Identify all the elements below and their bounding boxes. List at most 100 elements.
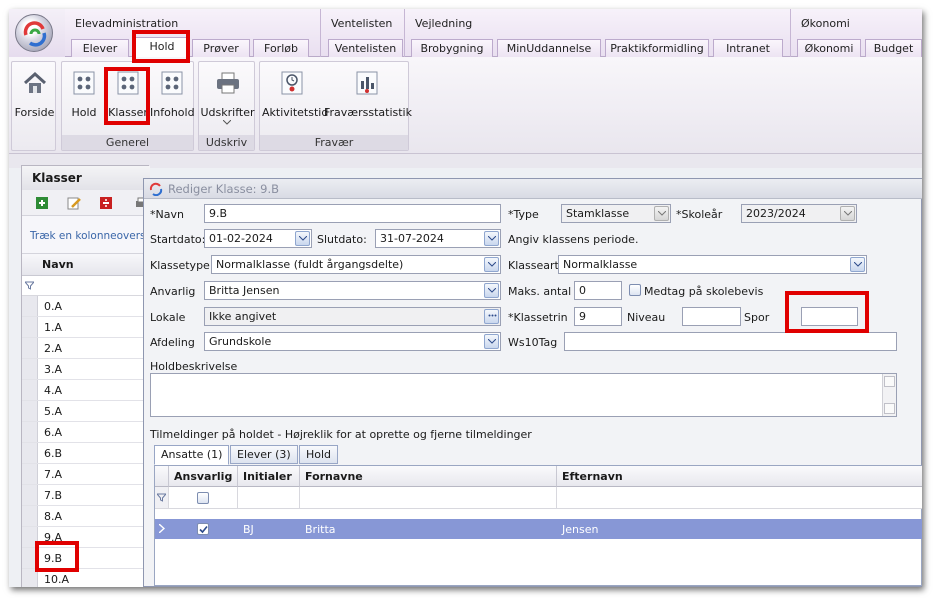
slutdato-calendar-button[interactable] — [484, 231, 499, 246]
chevron-down-icon — [488, 236, 496, 241]
list-item[interactable]: 7.A — [22, 464, 150, 485]
list-item[interactable]: 7.B — [22, 485, 150, 506]
startdato-field[interactable]: 01-02-2024 — [204, 229, 312, 248]
tab-minuddannelse[interactable]: MinUddannelse — [497, 39, 601, 58]
scroll-up-button[interactable] — [884, 376, 895, 387]
klasseart-dropdown-button[interactable] — [850, 257, 865, 272]
fravaersstatistik-button[interactable]: Fraværsstatistik — [324, 66, 412, 122]
column-header-fornavne[interactable]: Fornavne — [300, 466, 557, 487]
filter-initialer[interactable] — [238, 487, 300, 509]
klassetype-select[interactable]: Normalklasse (fuldt årgangsdelte) — [211, 255, 501, 274]
column-header-ansvarlig[interactable]: Ansvarlig — [169, 466, 238, 487]
klasser-button[interactable]: Klasser — [106, 66, 150, 122]
infohold-button[interactable]: Infohold — [150, 66, 195, 122]
filter-row[interactable] — [22, 276, 150, 296]
navn-field[interactable]: 9.B — [204, 204, 501, 223]
list-item[interactable]: 10.A — [22, 569, 150, 587]
add-icon[interactable] — [34, 195, 50, 211]
list-item-selected[interactable]: 9.B — [22, 548, 150, 569]
niveau-field[interactable] — [682, 307, 741, 326]
forside-button[interactable]: Forside — [12, 66, 57, 122]
ws10tag-field[interactable] — [564, 332, 897, 351]
hold-button[interactable]: Hold — [64, 66, 104, 122]
spor-field[interactable] — [801, 307, 858, 326]
tab-budget[interactable]: Budget — [865, 39, 922, 58]
medtag-label: Medtag på skolebevis — [644, 285, 764, 298]
tab-intranet[interactable]: Intranet — [713, 39, 783, 58]
column-header-efternavn[interactable]: Efternavn — [557, 466, 922, 487]
afdeling-select[interactable]: Grundskole — [204, 332, 501, 351]
tab-forlob[interactable]: Forløb — [253, 39, 309, 58]
list-item[interactable]: 2.A — [22, 338, 150, 359]
filter-fornavne[interactable] — [300, 487, 557, 509]
ribbon-group-fravaer: Aktivitetstid Fraværsstatistik Fravær — [259, 61, 412, 151]
list-item[interactable]: 5.A — [22, 401, 150, 422]
list-item[interactable]: 8.A — [22, 506, 150, 527]
column-header-navn[interactable]: Navn — [22, 254, 150, 276]
ws10tag-label: Ws10Tag — [508, 336, 558, 349]
table-row[interactable]: BJ Britta Jensen — [155, 519, 922, 539]
tab-praktikformidling[interactable]: Praktikformidling — [605, 39, 709, 58]
klasseart-select[interactable]: Normalklasse — [558, 255, 867, 274]
edit-icon[interactable] — [66, 195, 82, 211]
panel-toolbar — [22, 190, 150, 216]
scroll-down-button[interactable] — [884, 403, 895, 414]
tab-ventelisten[interactable]: Ventelisten — [328, 39, 403, 58]
dialog-titlebar[interactable]: Rediger Klasse: 9.B — [144, 179, 922, 199]
medtag-checkbox[interactable] — [629, 284, 641, 296]
ansvarlig-dropdown-button[interactable] — [484, 283, 499, 298]
tab-hold[interactable]: Hold — [134, 37, 190, 59]
ansvarlig-checkbox[interactable] — [197, 523, 209, 535]
klassetype-dropdown-button[interactable] — [484, 257, 499, 272]
startdato-calendar-button[interactable] — [295, 231, 310, 246]
filter-efternavn[interactable] — [557, 487, 922, 509]
type-dropdown-button[interactable] — [654, 206, 669, 221]
tab-ansatte[interactable]: Ansatte (1) — [154, 445, 230, 465]
chevron-down-icon — [658, 211, 666, 216]
hold-label: Hold — [71, 106, 97, 119]
textarea-scrollbar[interactable] — [882, 374, 896, 416]
tab-okonomi[interactable]: Økonomi — [797, 39, 861, 58]
slutdato-field[interactable]: 31-07-2024 — [375, 229, 501, 248]
holdbeskrivelse-textarea[interactable] — [150, 373, 897, 417]
tab-elever[interactable]: Elever (3) — [230, 445, 298, 464]
list-item[interactable]: 4.A — [22, 380, 150, 401]
swirl-logo-icon — [23, 21, 47, 47]
type-select[interactable]: Stamklasse — [561, 204, 671, 223]
app-logo-icon — [149, 182, 163, 196]
column-header-initialer[interactable]: Initialer — [238, 466, 300, 487]
chevron-down-icon — [299, 236, 307, 241]
udskrifter-button[interactable]: Udskrifter — [199, 66, 256, 125]
list-item[interactable]: 6.A — [22, 422, 150, 443]
list-item[interactable]: 1.A — [22, 317, 150, 338]
lokale-browse-button[interactable] — [484, 309, 499, 324]
skolear-select[interactable]: 2023/2024 — [741, 204, 857, 223]
list-item[interactable]: 6.B — [22, 443, 150, 464]
filter-ansvarlig[interactable] — [169, 487, 238, 509]
delete-icon[interactable] — [98, 195, 114, 211]
list-item[interactable]: 3.A — [22, 359, 150, 380]
filter-icon — [25, 281, 34, 290]
skolear-dropdown-button[interactable] — [840, 206, 855, 221]
group-label-fravaer: Fravær — [260, 135, 408, 150]
maks-antal-label: Maks. antal — [508, 285, 572, 298]
app-menu-orb[interactable] — [15, 14, 53, 52]
checkmark-icon — [199, 525, 208, 534]
aktivitetstid-button[interactable]: Aktivitetstid — [262, 66, 328, 122]
filter-icon — [157, 493, 166, 502]
tab-hold[interactable]: Hold — [299, 445, 339, 464]
tab-prover[interactable]: Prøver — [192, 39, 250, 58]
filter-checkbox[interactable] — [197, 492, 209, 504]
list-item[interactable]: 0.A — [22, 296, 150, 317]
list-item[interactable]: 9.A — [22, 527, 150, 548]
tab-elever[interactable]: Elever — [71, 39, 129, 58]
afdeling-dropdown-button[interactable] — [484, 334, 499, 349]
afdeling-label: Afdeling — [150, 336, 195, 349]
maks-antal-field[interactable]: 0 — [574, 281, 622, 300]
lokale-field[interactable]: Ikke angivet — [204, 307, 501, 326]
app-logo[interactable] — [9, 9, 65, 57]
klassetrin-field[interactable]: 9 — [574, 307, 622, 326]
klasseart-value: Normalklasse — [563, 258, 638, 271]
tab-brobygning[interactable]: Brobygning — [411, 39, 493, 58]
ansvarlig-select[interactable]: Britta Jensen — [204, 281, 501, 300]
